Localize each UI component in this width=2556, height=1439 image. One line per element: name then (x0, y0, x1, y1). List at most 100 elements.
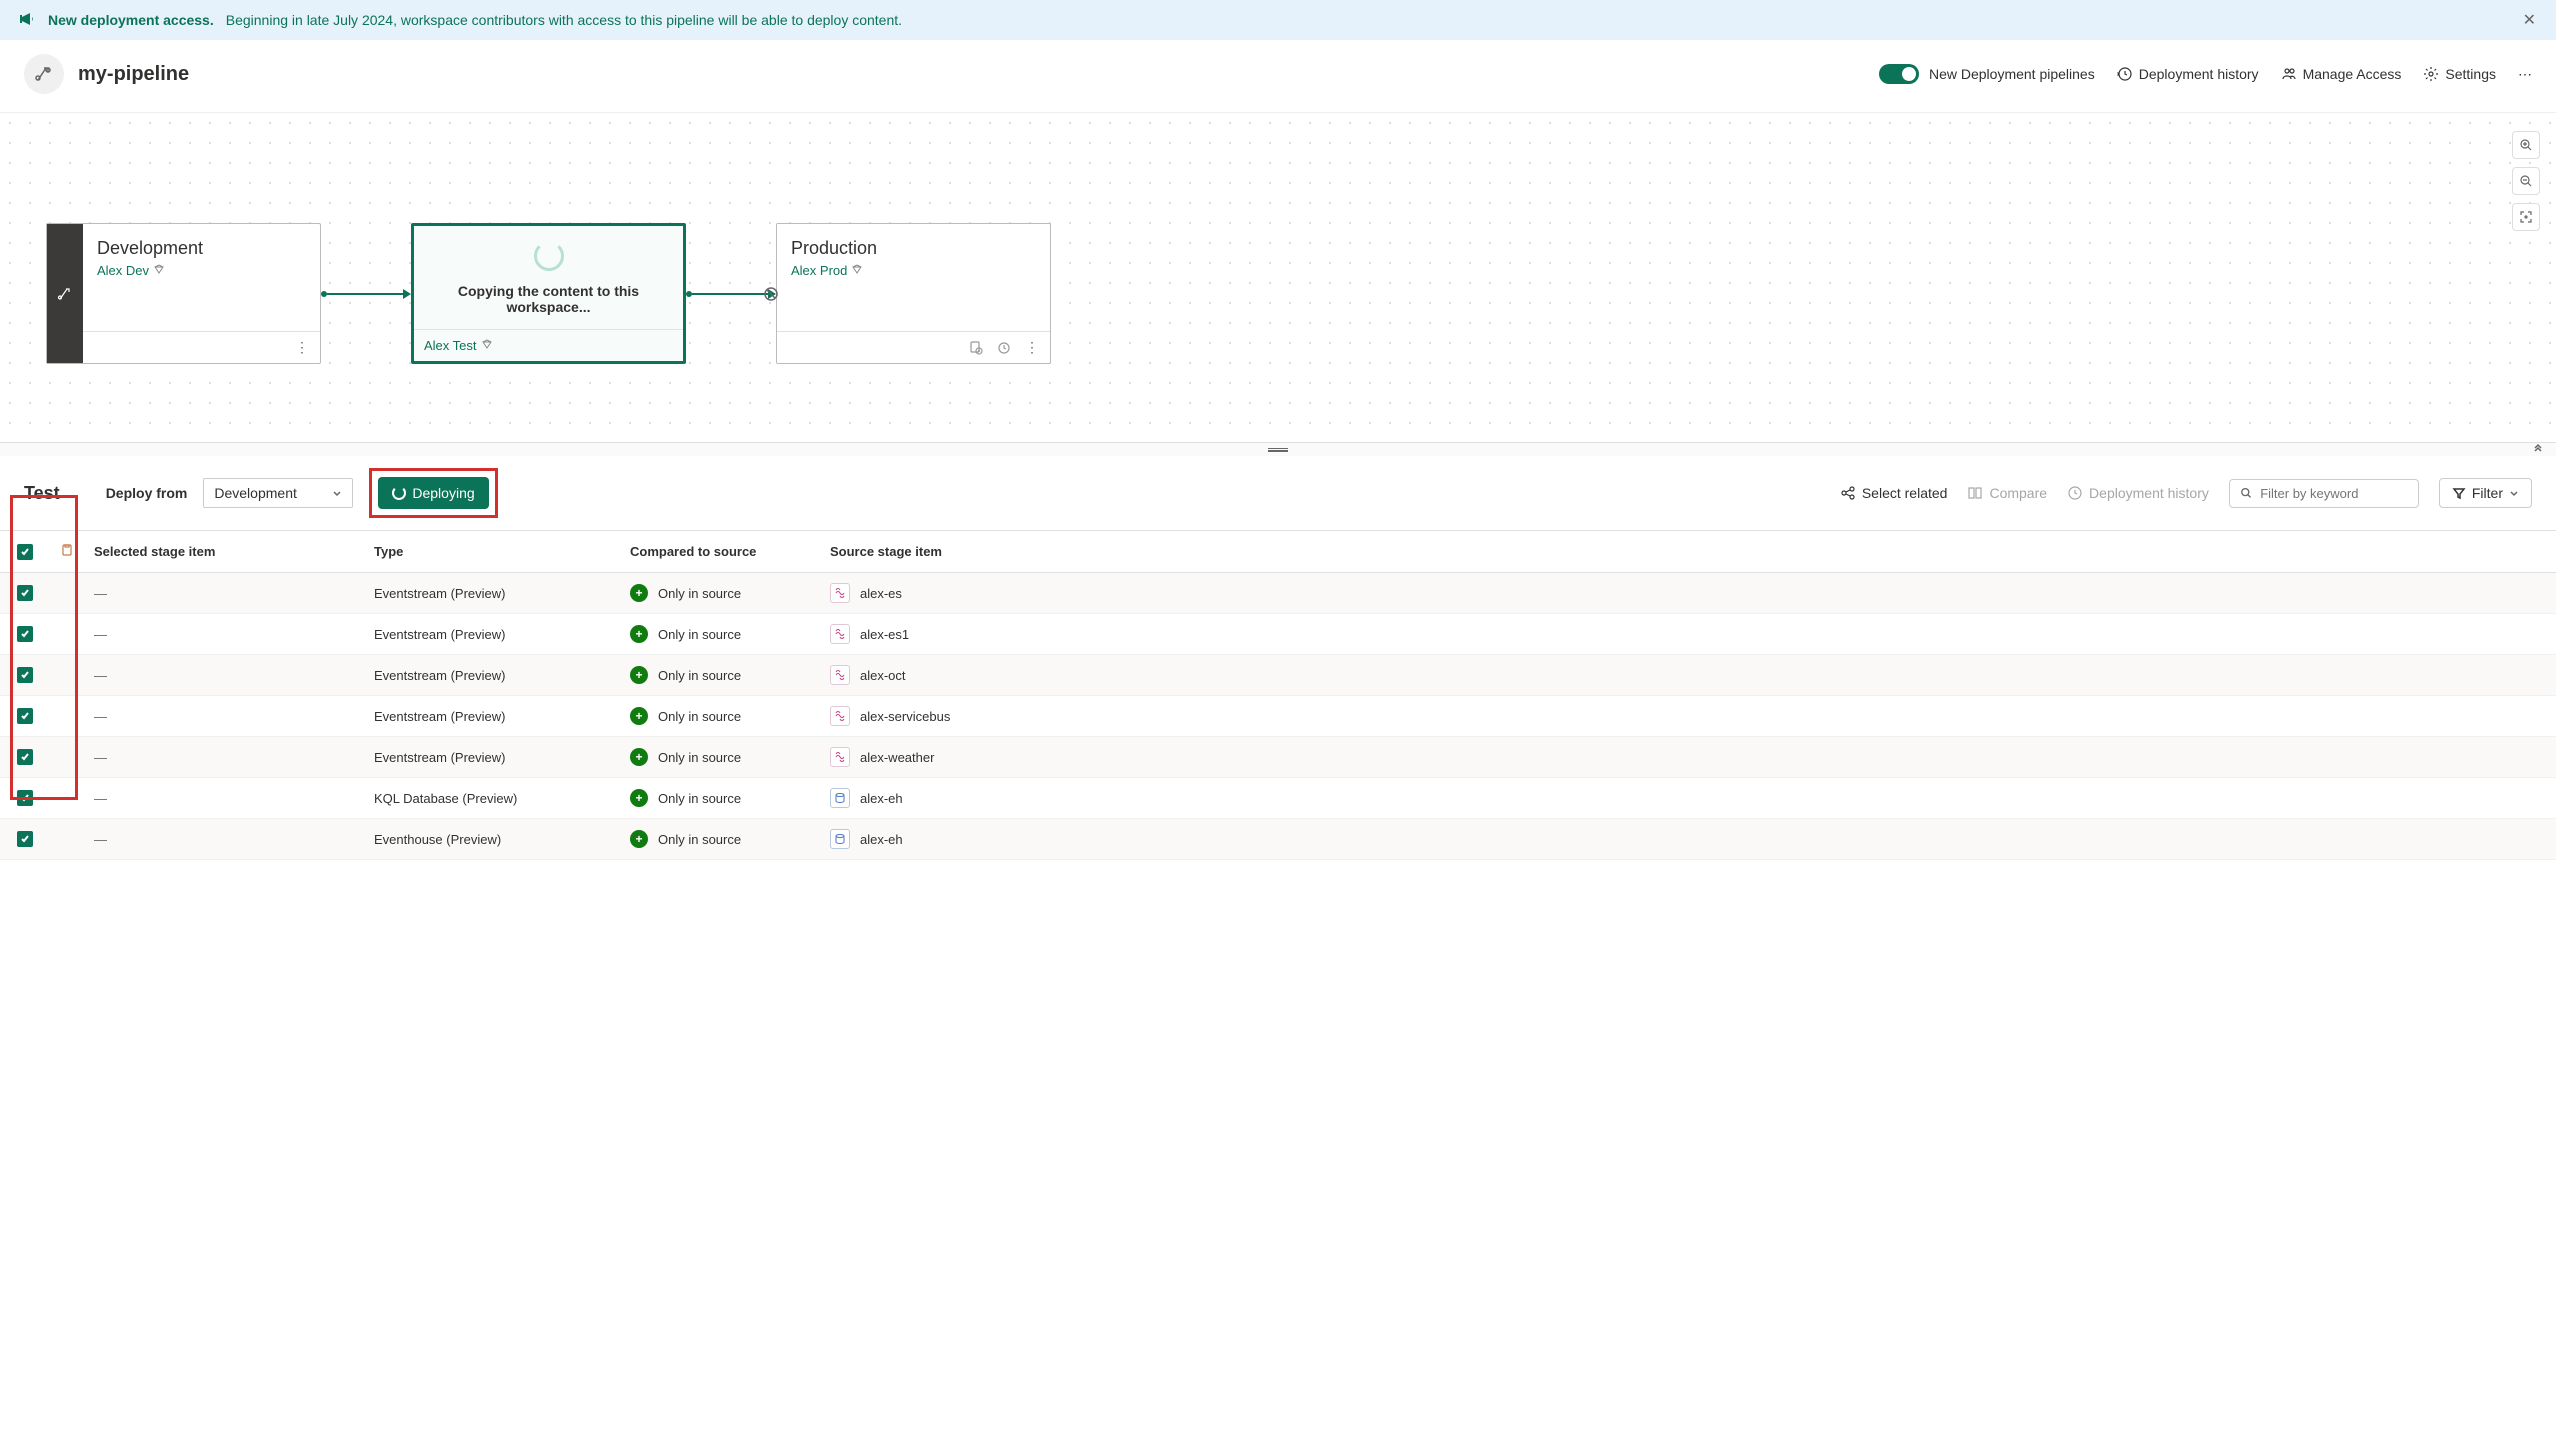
filter-button[interactable]: Filter (2439, 478, 2532, 508)
more-button[interactable]: ⋯ (2518, 66, 2532, 83)
header-source: Source stage item (820, 531, 2556, 573)
compared-status: +Only in source (630, 830, 810, 848)
chevron-down-icon (332, 485, 342, 501)
banner-message: Beginning in late July 2024, workspace c… (226, 12, 902, 28)
clipboard-icon (60, 545, 74, 560)
table-row[interactable]: —Eventstream (Preview)+Only in sourceale… (0, 696, 2556, 737)
spinner-icon (534, 241, 564, 271)
selected-item-value: — (94, 750, 107, 765)
table-row[interactable]: —KQL Database (Preview)+Only in sourceal… (0, 778, 2556, 819)
deploy-from-select[interactable]: Development (203, 478, 353, 508)
database-icon (830, 788, 850, 808)
compared-status: +Only in source (630, 789, 810, 807)
stage-name: Production (791, 238, 1036, 259)
toggle-label: New Deployment pipelines (1929, 66, 2095, 82)
table-header-row: Selected stage item Type Compared to sou… (0, 531, 2556, 573)
new-pipelines-toggle[interactable] (1879, 64, 1919, 84)
fit-view-button[interactable] (2512, 203, 2540, 231)
arrow-connector (321, 289, 411, 299)
stage-more-button[interactable]: ⋮ (292, 338, 312, 358)
expand-icon[interactable] (2532, 442, 2544, 458)
eventstream-icon (830, 583, 850, 603)
compared-status: +Only in source (630, 666, 810, 684)
table-row[interactable]: —Eventstream (Preview)+Only in sourceale… (0, 614, 2556, 655)
stage-more-button[interactable]: ⋮ (1022, 338, 1042, 358)
panel-resize-bar[interactable] (0, 442, 2556, 456)
deploy-button[interactable]: Deploying (378, 477, 488, 509)
stage-workspace: Alex Dev (97, 263, 306, 278)
table-row[interactable]: —Eventstream (Preview)+Only in sourceale… (0, 655, 2556, 696)
source-item: alex-servicebus (830, 706, 2546, 726)
filter-icon (2452, 486, 2466, 500)
source-item-name: alex-eh (860, 791, 903, 806)
stage-name: Development (97, 238, 306, 259)
items-table: Selected stage item Type Compared to sou… (0, 531, 2556, 860)
manage-access-link[interactable]: Manage Access (2281, 66, 2402, 82)
premium-icon (851, 263, 863, 278)
filter-input[interactable] (2260, 486, 2408, 501)
search-icon (2240, 486, 2252, 500)
toolbar-stage-title: Test (24, 483, 60, 504)
settings-link[interactable]: Settings (2423, 66, 2496, 82)
items-table-wrap: Selected stage item Type Compared to sou… (0, 531, 2556, 860)
select-related-button[interactable]: Select related (1840, 485, 1948, 501)
row-checkbox[interactable] (17, 667, 33, 683)
type-value: KQL Database (Preview) (364, 778, 620, 819)
row-checkbox[interactable] (17, 831, 33, 847)
source-item: alex-eh (830, 829, 2546, 849)
source-item: alex-es1 (830, 624, 2546, 644)
plus-badge-icon: + (630, 707, 648, 725)
close-icon[interactable]: ✕ (2523, 10, 2536, 30)
source-item: alex-weather (830, 747, 2546, 767)
type-value: Eventhouse (Preview) (364, 819, 620, 860)
highlight-box: Deploying (369, 468, 497, 518)
row-checkbox[interactable] (17, 708, 33, 724)
stage-test[interactable]: Copying the content to this workspace...… (411, 223, 686, 364)
select-all-checkbox[interactable] (17, 544, 33, 560)
header-type: Type (364, 531, 620, 573)
history-icon[interactable] (994, 338, 1014, 358)
stage-production[interactable]: Production Alex Prod ⋮ (776, 223, 1051, 364)
info-banner: New deployment access. Beginning in late… (0, 0, 2556, 40)
rules-icon[interactable] (966, 338, 986, 358)
type-value: Eventstream (Preview) (364, 655, 620, 696)
pipeline-canvas: Development Alex Dev ⋮ (0, 112, 2556, 442)
plus-badge-icon: + (630, 625, 648, 643)
zoom-out-button[interactable] (2512, 167, 2540, 195)
header-selected: Selected stage item (84, 531, 364, 573)
deployment-history-link[interactable]: Deployment history (2117, 66, 2259, 82)
row-checkbox[interactable] (17, 790, 33, 806)
selected-item-value: — (94, 709, 107, 724)
selected-item-value: — (94, 832, 107, 847)
copying-status: Copying the content to this workspace... (424, 283, 673, 315)
blocked-icon (763, 286, 779, 302)
source-item-name: alex-oct (860, 668, 906, 683)
source-item-name: alex-es1 (860, 627, 909, 642)
premium-icon (481, 338, 493, 353)
zoom-in-button[interactable] (2512, 131, 2540, 159)
page-title: my-pipeline (78, 63, 189, 86)
row-checkbox[interactable] (17, 749, 33, 765)
source-item-name: alex-es (860, 586, 902, 601)
compared-status: +Only in source (630, 625, 810, 643)
row-checkbox[interactable] (17, 626, 33, 642)
eventstream-icon (830, 665, 850, 685)
table-row[interactable]: — Eventhouse (Preview) +Only in source alex… (0, 819, 2556, 860)
table-row[interactable]: —Eventstream (Preview)+Only in sourceale… (0, 573, 2556, 614)
compared-status: +Only in source (630, 584, 810, 602)
drag-handle-icon (1268, 448, 1288, 452)
stage-development[interactable]: Development Alex Dev ⋮ (46, 223, 321, 364)
megaphone-icon (20, 11, 36, 30)
selected-item-value: — (94, 627, 107, 642)
row-checkbox[interactable] (17, 585, 33, 601)
eventstream-icon (830, 706, 850, 726)
table-row[interactable]: — Eventstream (Preview) +Only in source ale… (0, 737, 2556, 778)
filter-search-box[interactable] (2229, 479, 2419, 508)
items-toolbar: Test Deploy from Development Deploying S… (0, 456, 2556, 531)
source-item-name: alex-servicebus (860, 709, 950, 724)
type-value: Eventstream (Preview) (364, 737, 620, 778)
deploy-from-label: Deploy from (106, 485, 188, 501)
page-header: my-pipeline New Deployment pipelines Dep… (0, 40, 2556, 112)
selected-item-value: — (94, 586, 107, 601)
compared-status: +Only in source (630, 748, 810, 766)
